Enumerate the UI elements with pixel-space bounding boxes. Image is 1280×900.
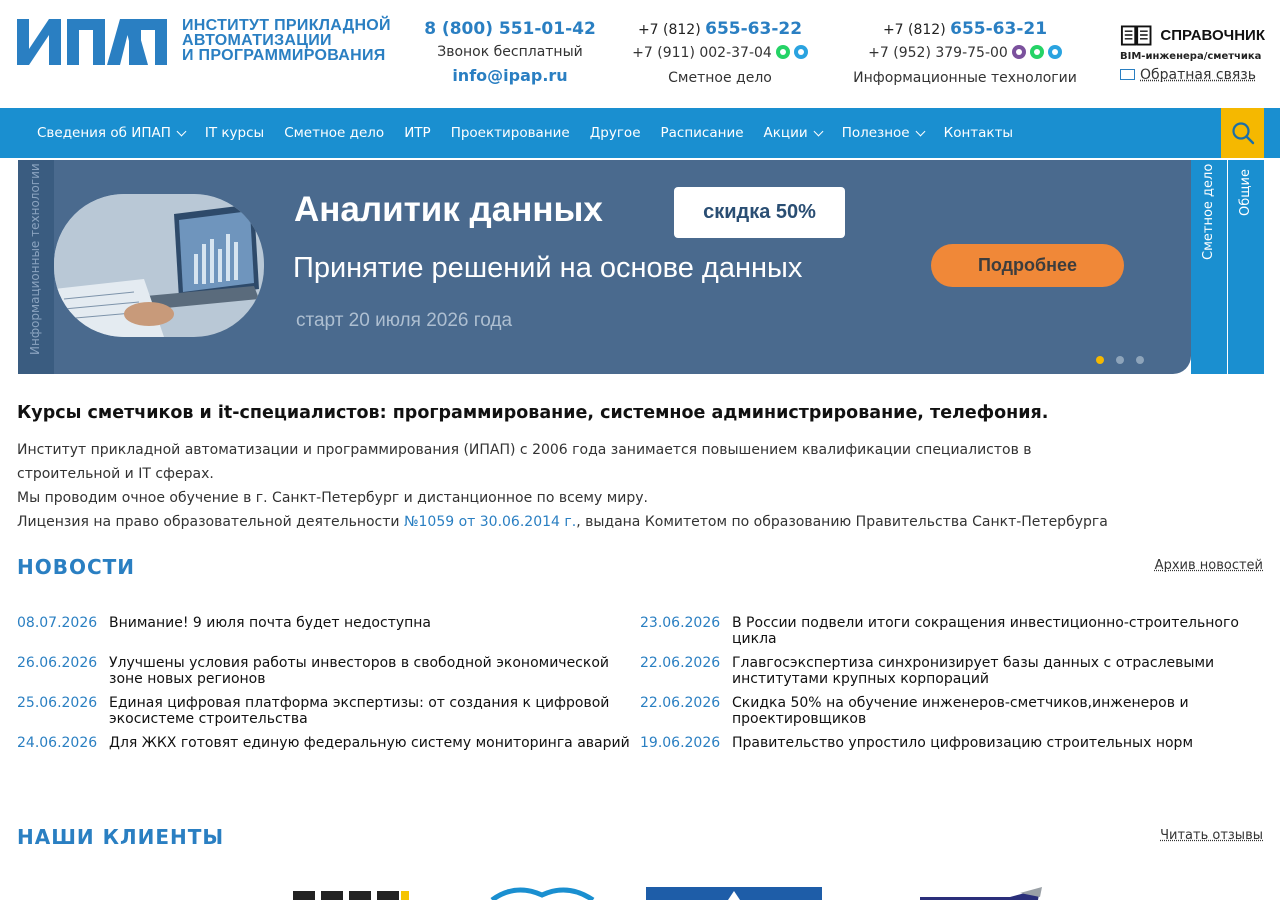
chevron-down-icon [915, 126, 926, 136]
banner-title: Аналитик данных [294, 190, 603, 229]
banner-image [54, 194, 264, 337]
contact-free: 8 (800) 551-01-42 Звонок бесплатный info… [420, 18, 600, 87]
news-date: 24.06.2026 [17, 735, 98, 751]
news-date: 22.06.2026 [640, 655, 721, 671]
banner-tab-general[interactable]: Общие [1228, 160, 1264, 374]
phone-free[interactable]: 8 (800) 551-01-42 [420, 18, 600, 40]
phone-free-note: Звонок бесплатный [437, 44, 583, 60]
slider-dot[interactable] [1096, 356, 1104, 364]
telegram-icon[interactable] [793, 45, 808, 59]
news-date: 08.07.2026 [17, 615, 98, 631]
slider-dots [1096, 356, 1144, 364]
telegram-icon[interactable] [1047, 45, 1062, 59]
book-icon [1120, 25, 1152, 46]
client-logo[interactable] [285, 885, 425, 900]
whatsapp-icon[interactable] [775, 45, 790, 59]
page-title: Курсы сметчиков и it-специалистов: прогр… [17, 403, 1049, 423]
news-item[interactable]: 25.06.2026 Единая цифровая платформа эксп… [17, 695, 637, 735]
nav-item-other[interactable]: Другое [580, 125, 651, 141]
news-headline[interactable]: Единая цифровая платформа экспертизы: от… [109, 695, 637, 735]
nav-item-promos[interactable]: Акции [754, 125, 832, 141]
search-icon [1231, 122, 1254, 145]
logo-subtitle: ИНСТИТУТ ПРИКЛАДНОЙ АВТОМАТИЗАЦИИ И ПРОГ… [182, 17, 391, 64]
estimates-note: Сметное дело [668, 70, 772, 86]
news-column-left: 08.07.2026 Внимание! 9 июля почта будет н… [17, 615, 637, 775]
contact-estimates: +7 (812) 655-63-22 +7 (911) 002-37-04 См… [620, 18, 820, 91]
it-note: Информационные технологии [853, 70, 1077, 86]
banner-subtitle: Принятие решений на основе данных [293, 252, 803, 284]
reviews-link[interactable]: Читать отзывы [1160, 828, 1263, 843]
news-date: 23.06.2026 [640, 615, 721, 631]
nav-item-design[interactable]: Проектирование [441, 125, 580, 141]
news-item[interactable]: 24.06.2026 Для ЖКХ готовят единую федерал… [17, 735, 637, 775]
nav-item-useful[interactable]: Полезное [832, 125, 934, 141]
discount-badge: скидка 50% [674, 187, 845, 238]
news-archive-link[interactable]: Архив новостей [1155, 558, 1263, 573]
ipap-logo[interactable] [17, 19, 167, 65]
handbook-link[interactable]: СПРАВОЧНИК [1120, 22, 1265, 48]
promo-banner[interactable]: Информационные технологии Аналитик данны… [18, 160, 1191, 374]
nav-item-itr[interactable]: ИТР [394, 125, 441, 141]
news-headline[interactable]: Для ЖКХ готовят единую федеральную систе… [109, 735, 637, 775]
client-logo[interactable] [490, 885, 595, 900]
news-item[interactable]: 08.07.2026 Внимание! 9 июля почта будет н… [17, 615, 637, 655]
handbook-block: СПРАВОЧНИК BIM-инженера/сметчика Обратна… [1120, 22, 1265, 83]
viber-icon[interactable] [1011, 45, 1026, 59]
news-item[interactable]: 23.06.2026 В России подвели итоги сокраще… [640, 615, 1265, 655]
news-item[interactable]: 22.06.2026 Скидка 50% на обучение инженер… [640, 695, 1265, 735]
news-item[interactable]: 26.06.2026 Улучшены условия работы инвест… [17, 655, 637, 695]
intro-license: Лицензия на право образовательной деятел… [17, 514, 1108, 530]
intro-text: Институт прикладной автоматизации и прог… [17, 438, 1117, 534]
slider-dot[interactable] [1116, 356, 1124, 364]
nav-item-estimates[interactable]: Сметное дело [274, 125, 394, 141]
news-item[interactable]: 19.06.2026 Правительство упростило цифров… [640, 735, 1265, 775]
banner-tab-estimates[interactable]: Сметное дело [1191, 160, 1227, 374]
phone-it[interactable]: +7 (812) 655-63-21 [850, 18, 1080, 41]
nav-item-contacts[interactable]: Контакты [934, 125, 1023, 141]
details-button[interactable]: Подробнее [931, 244, 1124, 287]
news-item[interactable]: 22.06.2026 Главгосэкспертиза синхронизиру… [640, 655, 1265, 695]
news-date: 26.06.2026 [17, 655, 98, 671]
email-link[interactable]: info@ipap.ru [420, 65, 600, 87]
slider-dot[interactable] [1136, 356, 1144, 364]
nav-item-it-courses[interactable]: IT курсы [195, 125, 274, 141]
license-link[interactable]: №1059 от 30.06.2014 г. [404, 514, 576, 530]
chevron-down-icon [813, 126, 824, 136]
news-headline[interactable]: Правительство упростило цифровизацию стр… [732, 735, 1265, 775]
contact-it: +7 (812) 655-63-21 +7 (952) 379-75-00 Ин… [850, 18, 1080, 91]
phone-estimates[interactable]: +7 (812) 655-63-22 [620, 18, 820, 41]
intro-paragraph: Институт прикладной автоматизации и прог… [17, 442, 1032, 482]
clients-logos [0, 885, 1280, 900]
client-logo[interactable] [920, 885, 1045, 900]
news-headline[interactable]: Скидка 50% на обучение инженеров-сметчик… [732, 695, 1265, 735]
nav-item-schedule[interactable]: Расписание [651, 125, 754, 141]
news-column-right: 23.06.2026 В России подвели итоги сокраще… [640, 615, 1265, 775]
news-headline[interactable]: В России подвели итоги сокращения инвест… [732, 615, 1265, 655]
news-headline[interactable]: Улучшены условия работы инвесторов в сво… [109, 655, 637, 695]
mail-icon [1120, 69, 1135, 80]
news-heading: НОВОСТИ [17, 555, 136, 579]
news-date: 25.06.2026 [17, 695, 98, 711]
nav-item-about[interactable]: Сведения об ИПАП [27, 125, 195, 141]
site-header: ИНСТИТУТ ПРИКЛАДНОЙ АВТОМАТИЗАЦИИ И ПРОГ… [0, 0, 1280, 108]
news-headline[interactable]: Внимание! 9 июля почта будет недоступна [109, 615, 637, 655]
client-logo[interactable] [646, 885, 822, 900]
banner-side-tab[interactable]: Информационные технологии [18, 160, 54, 374]
handbook-subtitle: BIM-инженера/сметчика [1120, 51, 1262, 62]
main-nav: Сведения об ИПАП IT курсы Сметное дело И… [0, 108, 1280, 158]
search-button[interactable] [1221, 108, 1264, 158]
clients-heading: НАШИ КЛИЕНТЫ [17, 825, 225, 849]
phone-estimates-mobile[interactable]: +7 (911) 002-37-04 [620, 41, 820, 66]
phone-it-mobile[interactable]: +7 (952) 379-75-00 [850, 41, 1080, 66]
feedback-link[interactable]: Обратная связь [1120, 67, 1265, 83]
news-date: 22.06.2026 [640, 695, 721, 711]
banner-start-date: старт 20 июля 2026 года [296, 310, 513, 331]
intro-paragraph: Мы проводим очное обучение в г. Санкт-Пе… [17, 490, 648, 506]
chevron-down-icon [176, 126, 187, 136]
news-headline[interactable]: Главгосэкспертиза синхронизирует базы да… [732, 655, 1265, 695]
news-date: 19.06.2026 [640, 735, 721, 751]
whatsapp-icon[interactable] [1029, 45, 1044, 59]
